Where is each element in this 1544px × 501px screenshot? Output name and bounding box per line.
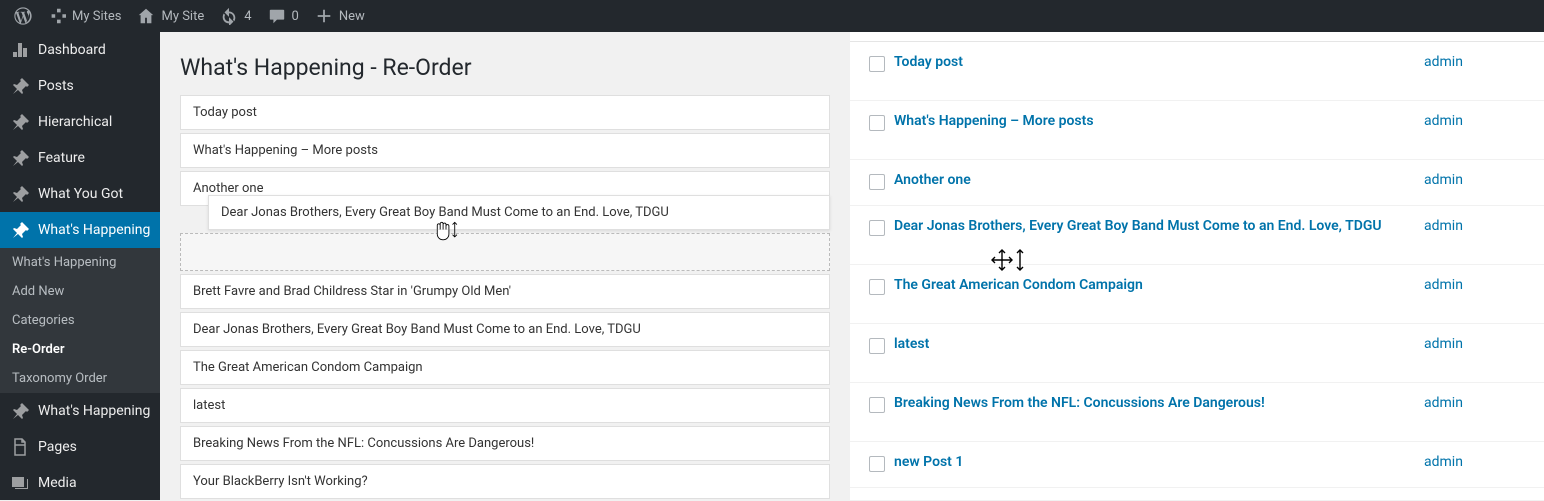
post-author-link[interactable]: admin <box>1424 395 1463 411</box>
sidebar-item-feature[interactable]: Feature <box>0 140 160 176</box>
sidebar-item-dashboard[interactable]: Dashboard <box>0 32 160 68</box>
sidebar-item-label: Posts <box>38 78 74 94</box>
sidebar-item-posts[interactable]: Posts <box>0 68 160 104</box>
sidebar-subitem-taxonomy-order[interactable]: Taxonomy Order <box>0 364 160 393</box>
updates-count: 4 <box>244 9 251 24</box>
table-row: Today post admin <box>850 42 1544 101</box>
wp-logo[interactable] <box>6 0 40 32</box>
media-icon <box>10 473 30 493</box>
wordpress-icon <box>14 7 32 25</box>
reorder-item[interactable]: latest <box>180 388 830 423</box>
pin-icon <box>10 112 30 132</box>
reorder-panel: What's Happening - Re-Order Today postWh… <box>160 32 850 500</box>
post-title-link[interactable]: What's Happening – More posts <box>894 113 1094 129</box>
sidebar-item-label: What You Got <box>38 186 123 202</box>
post-author-link[interactable]: admin <box>1424 54 1463 70</box>
sidebar-item-label: Feature <box>38 150 85 166</box>
table-row: Breaking News From the NFL: Concussions … <box>850 383 1544 442</box>
table-row: Dear Jonas Brothers, Every Great Boy Ban… <box>850 206 1544 265</box>
table-row: What's Happening – More posts admin <box>850 101 1544 160</box>
reorder-item[interactable]: The Great American Condom Campaign <box>180 350 830 385</box>
pin-icon <box>10 401 30 421</box>
row-checkbox[interactable] <box>869 397 885 413</box>
page-icon <box>10 437 30 457</box>
row-checkbox[interactable] <box>869 115 885 131</box>
sidebar-item-media[interactable]: Media <box>0 465 160 501</box>
post-title-link[interactable]: latest <box>894 336 929 352</box>
reorder-item[interactable]: Dear Jonas Brothers, Every Great Boy Ban… <box>208 195 830 230</box>
home-network-icon <box>48 7 66 25</box>
row-checkbox[interactable] <box>869 220 885 236</box>
sidebar-item-what-s-happening[interactable]: What's Happening <box>0 393 160 429</box>
reorder-item[interactable]: Brett Favre and Brad Childress Star in '… <box>180 274 830 309</box>
table-row: latest admin <box>850 324 1544 383</box>
comments-link[interactable]: 0 <box>260 0 307 32</box>
sidebar-item-what-s-happening[interactable]: What's Happening <box>0 212 160 248</box>
sidebar-subitem-categories[interactable]: Categories <box>0 306 160 335</box>
admin-sidebar: Dashboard Posts Hierarchical Feature What Yo… <box>0 32 160 500</box>
page-title: What's Happening - Re-Order <box>180 42 830 95</box>
reorder-item[interactable]: Breaking News From the NFL: Concussions … <box>180 426 830 461</box>
post-author-link[interactable]: admin <box>1424 336 1463 352</box>
sidebar-item-label: What's Happening <box>38 403 150 419</box>
post-author-link[interactable]: admin <box>1424 454 1463 470</box>
sidebar-subitem-what-s-happening[interactable]: What's Happening <box>0 248 160 277</box>
my-sites-label: My Sites <box>72 9 121 24</box>
sidebar-item-label: Hierarchical <box>38 114 112 130</box>
reorder-item[interactable]: Your BlackBerry Isn't Working? <box>180 464 830 499</box>
table-row: Another one admin <box>850 160 1544 206</box>
comments-count: 0 <box>292 9 299 24</box>
sidebar-item-label: Pages <box>38 439 77 455</box>
sidebar-item-label: What's Happening <box>38 222 150 238</box>
post-title-link[interactable]: Today post <box>894 54 963 70</box>
post-title-link[interactable]: The Great American Condom Campaign <box>894 277 1143 293</box>
sidebar-item-hierarchical[interactable]: Hierarchical <box>0 104 160 140</box>
pin-icon <box>10 148 30 168</box>
comment-icon <box>268 7 286 25</box>
my-sites-link[interactable]: My Sites <box>40 0 129 32</box>
plus-icon <box>315 7 333 25</box>
reorder-item[interactable]: Today post <box>180 95 830 130</box>
table-row: new Post 1 admin <box>850 442 1544 488</box>
sidebar-subitem-re-order[interactable]: Re-Order <box>0 335 160 364</box>
updates-link[interactable]: 4 <box>212 0 259 32</box>
row-checkbox[interactable] <box>869 56 885 72</box>
sidebar-subitem-add-new[interactable]: Add New <box>0 277 160 306</box>
post-author-link[interactable]: admin <box>1424 277 1463 293</box>
row-checkbox[interactable] <box>869 174 885 190</box>
reorder-list[interactable]: Today postWhat's Happening – More postsA… <box>180 95 830 500</box>
reorder-item[interactable]: What's Happening – More posts <box>180 133 830 168</box>
dashboard-icon <box>10 40 30 60</box>
new-label: New <box>339 9 365 24</box>
reorder-placeholder <box>180 233 830 271</box>
sidebar-item-label: Media <box>38 475 77 491</box>
row-checkbox[interactable] <box>869 456 885 472</box>
reorder-item[interactable]: Dear Jonas Brothers, Every Great Boy Ban… <box>180 312 830 347</box>
post-author-link[interactable]: admin <box>1424 218 1463 234</box>
post-title-link[interactable]: Another one <box>894 172 971 188</box>
post-title-link[interactable]: new Post 1 <box>894 454 963 470</box>
home-icon <box>137 7 155 25</box>
post-title-link[interactable]: Breaking News From the NFL: Concussions … <box>894 395 1265 411</box>
table-row: The Great American Condom Campaign admin <box>850 265 1544 324</box>
my-site-label: My Site <box>161 9 204 24</box>
sidebar-item-label: Dashboard <box>38 42 106 58</box>
post-author-link[interactable]: admin <box>1424 172 1463 188</box>
sidebar-submenu: What's HappeningAdd NewCategoriesRe-Orde… <box>0 248 160 393</box>
pin-icon <box>10 76 30 96</box>
sidebar-item-what-you-got[interactable]: What You Got <box>0 176 160 212</box>
new-link[interactable]: New <box>307 0 373 32</box>
row-checkbox[interactable] <box>869 338 885 354</box>
pin-icon <box>10 184 30 204</box>
sidebar-item-pages[interactable]: Pages <box>0 429 160 465</box>
post-title-link[interactable]: Dear Jonas Brothers, Every Great Boy Ban… <box>894 218 1382 234</box>
pin-icon <box>10 220 30 240</box>
post-author-link[interactable]: admin <box>1424 113 1463 129</box>
row-checkbox[interactable] <box>869 279 885 295</box>
refresh-icon <box>220 7 238 25</box>
admin-bar: My Sites My Site 4 0 New <box>0 0 1544 32</box>
my-site-link[interactable]: My Site <box>129 0 212 32</box>
posts-table-panel: Title Author Today postadminWhat's Happe… <box>850 0 1544 500</box>
